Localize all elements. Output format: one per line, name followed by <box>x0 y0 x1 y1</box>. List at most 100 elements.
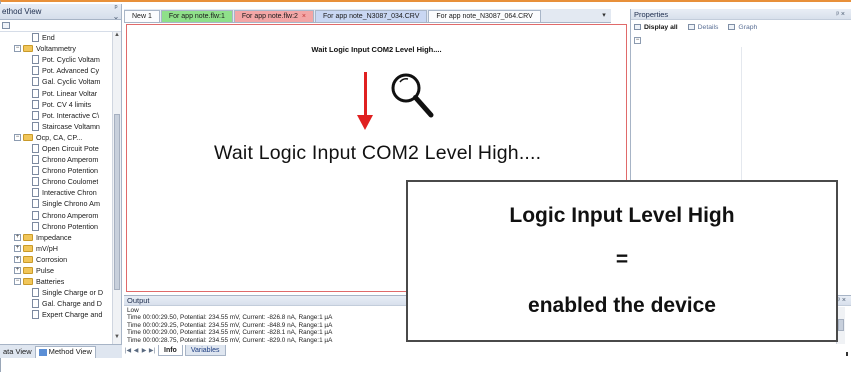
pin-icon[interactable]: ᵖ ⌄ <box>111 3 121 21</box>
details-icon <box>687 24 695 30</box>
tree-item[interactable]: Gal. Cyclic Voltam <box>0 76 112 87</box>
last-page-icon[interactable]: ▶| <box>148 347 156 354</box>
collapse-icon[interactable]: − <box>634 37 641 44</box>
expand-icon[interactable]: + <box>14 244 21 252</box>
tree-item-label: Pot. Advanced Cy <box>42 66 100 76</box>
tree-folder[interactable]: + mV/pH <box>0 243 112 254</box>
scroll-thumb[interactable] <box>114 114 120 290</box>
tree-item-label: Pot. CV 4 limits <box>42 99 92 109</box>
collapse-icon[interactable]: − <box>14 133 21 141</box>
document-icon <box>32 33 39 43</box>
tree-item[interactable]: Gal. Charge and D <box>0 298 112 309</box>
tree-item-label: End <box>42 33 55 43</box>
tree-item-label: Batteries <box>36 277 65 287</box>
tree-item[interactable]: Chrono Amperom <box>0 210 112 221</box>
tree-item[interactable]: Pot. Interactive C\ <box>0 110 112 121</box>
tree-folder[interactable]: − Voltammetry <box>0 43 112 54</box>
tree-folder[interactable]: − Batteries <box>0 276 112 287</box>
document-tab-label: For app note.flw:2 <box>241 13 298 20</box>
tree-item-label: Chrono Coulomet <box>42 177 99 187</box>
tree-item[interactable]: Chrono Coulomet <box>0 176 112 187</box>
graph-label: Graph <box>738 23 758 31</box>
toolbar-icon[interactable] <box>2 22 10 29</box>
tab-data-view[interactable]: ata View <box>0 346 35 358</box>
tree-item[interactable]: Chrono Potention <box>0 165 112 176</box>
details-button[interactable]: Details <box>687 23 719 31</box>
callout-line-1: Logic Input Level High <box>509 204 735 227</box>
document-tab[interactable]: New 1 <box>124 10 160 22</box>
tree-item[interactable]: Single Chrono Am <box>0 198 112 209</box>
document-icon <box>32 210 39 220</box>
first-page-icon[interactable]: |◀ <box>124 347 132 354</box>
display-all-button[interactable]: Display all <box>634 24 678 31</box>
chevron-down-icon[interactable]: ▾ <box>597 10 611 22</box>
tree-item-label: Chrono Amperom <box>42 210 99 220</box>
document-icon <box>32 110 39 120</box>
tree-item[interactable]: Open Circuit Pote <box>0 143 112 154</box>
tree-folder[interactable]: − Ocp, CA, CP... <box>0 132 112 143</box>
close-icon[interactable]: × <box>302 13 306 20</box>
tree-item-label: Staircase Voltamn <box>42 121 100 131</box>
method-view-icon <box>38 348 47 356</box>
expand-icon[interactable]: + <box>14 267 21 275</box>
tab-method-view[interactable]: Method View <box>34 345 96 358</box>
document-icon <box>32 288 39 298</box>
folder-icon <box>23 278 33 286</box>
tree-item[interactable]: Interactive Chron <box>0 187 112 198</box>
tree-item[interactable]: Chrono Potention <box>0 221 112 232</box>
properties-controls[interactable]: ᵖ × <box>836 11 851 18</box>
method-view-header: ethod View ᵖ ⌄ <box>0 3 121 21</box>
prev-page-icon[interactable]: ◀ <box>132 347 140 354</box>
tree-scrollbar[interactable]: ▲ ▼ <box>112 32 121 344</box>
corner-mark <box>846 352 848 356</box>
magnifier-icon <box>391 73 434 118</box>
tree-folder[interactable]: + Impedance <box>0 232 112 243</box>
collapse-icon[interactable]: − <box>14 45 21 53</box>
next-page-icon[interactable]: ▶ <box>140 347 148 354</box>
document-icon <box>32 143 39 153</box>
tree-item[interactable]: Pot. Cyclic Voltam <box>0 54 112 65</box>
document-tab[interactable]: For app note_N3087_034.CRV <box>315 10 428 22</box>
tree-item[interactable]: Single Charge or D <box>0 287 112 298</box>
expand-icon[interactable]: + <box>14 233 21 241</box>
output-controls[interactable]: ᵖ × <box>837 297 851 304</box>
tree-item[interactable]: Pot. Advanced Cy <box>0 65 112 76</box>
document-icon <box>32 155 39 165</box>
details-label: Details <box>697 23 719 31</box>
tree-item[interactable]: Pot. Linear Voltar <box>0 87 112 98</box>
tree-item-label: Chrono Potention <box>42 221 98 231</box>
left-panel-tabs: ata View Method View <box>0 344 122 358</box>
document-tab[interactable]: For app note_N3087_064.CRV <box>428 10 541 22</box>
tree-item[interactable]: Chrono Amperom <box>0 154 112 165</box>
tree-folder[interactable]: + Corrosion <box>0 254 112 265</box>
document-icon <box>32 199 39 209</box>
properties-title: Properties <box>634 9 669 19</box>
tree-item-label: Voltammetry <box>36 44 76 54</box>
document-tab[interactable]: For app note.flw:2 × <box>233 10 314 22</box>
tree-item-label: Pot. Cyclic Voltam <box>42 55 100 65</box>
tree-item-label: Pot. Linear Voltar <box>42 88 98 98</box>
tree-item[interactable]: Expert Charge and <box>0 309 112 320</box>
document-tab-label: New 1 <box>132 13 152 20</box>
tab-info[interactable]: Info <box>158 344 183 356</box>
expand-icon[interactable]: + <box>14 255 21 263</box>
folder-icon <box>23 267 33 275</box>
output-scroll-thumb[interactable] <box>838 319 844 331</box>
tree-item-label: Interactive Chron <box>42 188 97 198</box>
zoomed-wait-message: Wait Logic Input COM2 Level High.... <box>214 142 542 164</box>
collapse-icon[interactable]: − <box>14 278 21 286</box>
scroll-up-icon[interactable]: ▲ <box>113 32 121 41</box>
document-icon <box>32 299 39 309</box>
graph-button[interactable]: Graph <box>728 24 757 31</box>
tree-item-label: Gal. Charge and D <box>42 299 102 309</box>
tree-item[interactable]: End <box>0 32 112 43</box>
tree-folder[interactable]: + Pulse <box>0 265 112 276</box>
document-tab-label: For app note_N3087_064.CRV <box>436 13 533 20</box>
tree-item[interactable]: Pot. CV 4 limits <box>0 99 112 110</box>
document-tab[interactable]: For app note.flw:1 <box>160 10 233 22</box>
tab-variables[interactable]: Variables <box>184 344 226 356</box>
tree-item[interactable]: Staircase Voltamn <box>0 121 112 132</box>
scroll-down-icon[interactable]: ▼ <box>113 334 121 343</box>
tree-item-label: Chrono Amperom <box>42 155 99 165</box>
folder-icon <box>23 45 33 53</box>
